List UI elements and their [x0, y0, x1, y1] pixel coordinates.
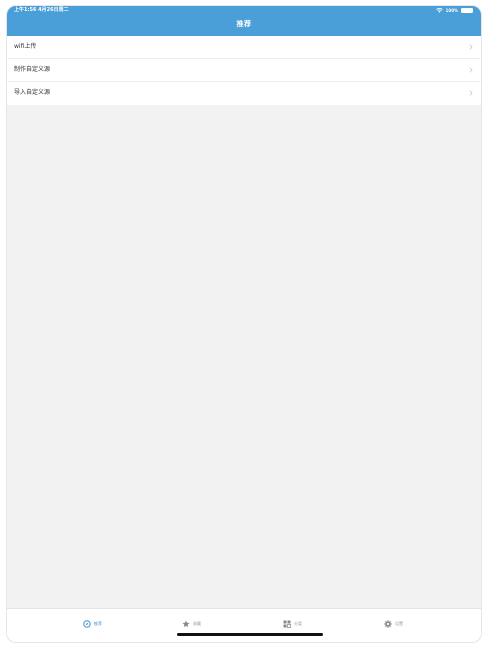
settings-menu: wifi上传 制作自定义源 导入自定义源	[7, 36, 481, 105]
tab-label: 推荐	[94, 621, 102, 626]
tab-recommend[interactable]: 推荐	[83, 619, 102, 629]
app-window: 上午1:56 4月26日周二 100% 推荐 wifi上传 制作自定义源 导入自…	[7, 6, 481, 642]
menu-item-import-custom-source[interactable]: 导入自定义源	[7, 82, 481, 105]
chevron-right-icon	[469, 44, 473, 50]
navigation-header: 上午1:56 4月26日周二 100% 推荐	[7, 6, 481, 36]
tab-label: 设置	[395, 621, 403, 626]
page: 上午1:56 4月26日周二 100% 推荐 wifi上传 制作自定义源 导入自…	[0, 0, 484, 649]
status-indicators: 100%	[435, 7, 473, 14]
compass-icon	[83, 620, 91, 628]
menu-item-label: 制作自定义源	[14, 66, 51, 73]
gear-icon	[384, 620, 392, 628]
battery-icon	[461, 8, 473, 13]
tab-settings[interactable]: 设置	[384, 619, 403, 629]
menu-item-label: 导入自定义源	[14, 89, 51, 96]
battery-percentage: 100%	[445, 8, 458, 13]
chevron-right-icon	[469, 67, 473, 73]
chevron-right-icon	[469, 90, 473, 96]
tab-bar: 推荐 收藏 分类 设置	[7, 608, 481, 642]
grid-icon	[283, 620, 291, 628]
menu-item-label: wifi上传	[14, 43, 37, 50]
menu-item-create-custom-source[interactable]: 制作自定义源	[7, 59, 481, 82]
status-time: 上午1:56 4月26日周二	[14, 7, 69, 13]
wifi-icon	[435, 8, 443, 13]
tab-favorites[interactable]: 收藏	[182, 619, 201, 629]
tab-categories[interactable]: 分类	[283, 619, 302, 629]
tab-label: 分类	[294, 621, 302, 626]
menu-item-wifi-upload[interactable]: wifi上传	[7, 36, 481, 59]
page-title: 推荐	[236, 20, 252, 28]
tab-label: 收藏	[193, 621, 201, 626]
home-indicator[interactable]	[177, 633, 323, 636]
star-icon	[182, 620, 190, 628]
